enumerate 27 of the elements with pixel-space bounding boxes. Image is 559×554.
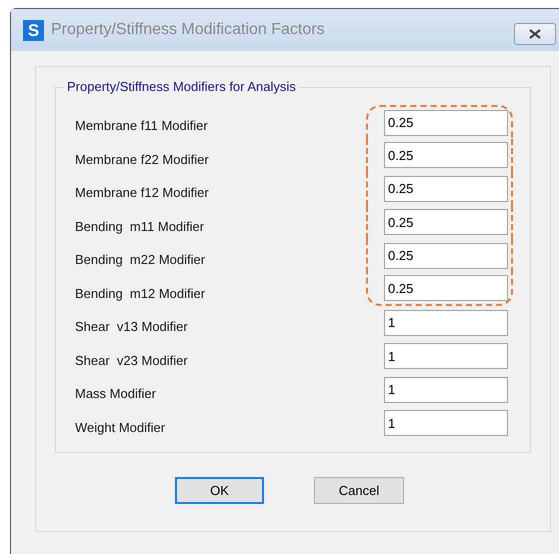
modifier-field[interactable]: 0.25	[384, 275, 508, 302]
modifier-field[interactable]: 1	[384, 343, 508, 370]
modifier-field[interactable]: 1	[384, 310, 508, 336]
modifier-label: Shear v13 Modifier	[75, 318, 189, 336]
modifier-field[interactable]: 0.25	[384, 142, 508, 168]
modifier-label: Bending m12 Modifier	[75, 284, 206, 303]
modifier-field[interactable]: 0.25	[384, 209, 508, 236]
modifier-field[interactable]: 0.25	[384, 242, 508, 269]
close-icon	[529, 29, 541, 39]
window-title: Property/Stiffness Modification Factors	[51, 20, 325, 40]
modifier-label: Membrane f11 Modifier	[75, 117, 209, 135]
modifier-field[interactable]: 1	[384, 376, 508, 403]
modifier-label: Bending m22 Modifier	[75, 251, 206, 269]
app-icon: S	[23, 20, 44, 40]
modifier-field[interactable]: 0.25	[384, 176, 508, 202]
modifier-label: Bending m11 Modifier	[75, 218, 206, 236]
modifier-label: Weight Modifier	[75, 418, 166, 437]
modifier-label: Mass Modifier	[75, 385, 157, 403]
group-title: Property/Stiffness Modifiers for Analysis	[64, 79, 299, 95]
modifier-label: Shear v23 Modifier	[75, 352, 189, 370]
dialog-button[interactable]: OK	[175, 477, 264, 504]
modifier-field[interactable]: 1	[384, 410, 508, 436]
modifier-label: Membrane f12 Modifier	[75, 184, 210, 202]
dialog-button[interactable]: Cancel	[314, 477, 404, 504]
close-button[interactable]	[514, 23, 556, 45]
modifier-label: Membrane f22 Modifier	[75, 150, 210, 168]
modifier-field[interactable]: 0.25	[384, 110, 508, 136]
